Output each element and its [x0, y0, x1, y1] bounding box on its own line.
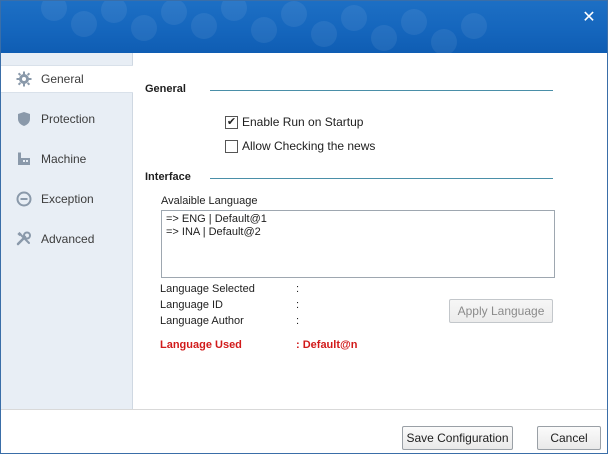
sidebar-item-general[interactable]: General — [1, 65, 133, 93]
checkbox-box — [225, 139, 238, 153]
colon: : — [296, 299, 300, 311]
list-item[interactable]: => INA | Default@2 — [166, 226, 550, 239]
sidebar-item-machine[interactable]: Machine — [1, 145, 132, 173]
gear-icon — [15, 70, 33, 88]
apply-language-button[interactable]: Apply Language — [449, 299, 553, 323]
sidebar-item-label: Protection — [41, 112, 96, 126]
sidebar-item-label: General — [41, 72, 84, 86]
save-configuration-button[interactable]: Save Configuration — [402, 426, 513, 450]
sidebar-item-label: Advanced — [41, 232, 95, 246]
section-divider — [210, 90, 553, 91]
settings-panel: General ✔ Enable Run on Startup Allow Ch… — [134, 53, 607, 409]
checkbox-label: Allow Checking the news — [242, 139, 376, 153]
sidebar: General Protection Machine Exception Adv… — [1, 53, 133, 409]
language-list[interactable]: => ENG | Default@1 => INA | Default@2 — [161, 210, 555, 278]
shield-icon — [15, 110, 33, 128]
machine-icon — [15, 150, 33, 168]
language-id-label: Language ID — [160, 299, 223, 311]
language-used-label: Language Used — [160, 339, 242, 351]
colon: : — [296, 283, 300, 295]
title-bar: ✕ — [1, 1, 607, 53]
list-item[interactable]: => ENG | Default@1 — [166, 213, 550, 226]
sidebar-item-advanced[interactable]: Advanced — [1, 225, 132, 253]
enable-run-on-startup-checkbox[interactable]: ✔ Enable Run on Startup — [225, 115, 363, 129]
language-selected-label: Language Selected — [160, 283, 255, 295]
checkmark-icon: ✔ — [225, 115, 238, 129]
section-title-interface: Interface — [145, 171, 191, 183]
close-icon: ✕ — [582, 9, 596, 26]
settings-window: ✕ General Protection Machine Exception A… — [0, 0, 608, 454]
language-author-label: Language Author — [160, 315, 244, 327]
tools-icon — [15, 230, 33, 248]
language-used-value: : Default@n — [296, 339, 358, 351]
cancel-button[interactable]: Cancel — [537, 426, 601, 450]
minus-circle-icon — [15, 190, 33, 208]
sidebar-item-protection[interactable]: Protection — [1, 105, 132, 133]
close-button[interactable]: ✕ — [581, 10, 597, 26]
section-title-general: General — [145, 83, 186, 95]
available-language-label: Avalaible Language — [161, 195, 258, 207]
sidebar-item-label: Exception — [41, 192, 94, 206]
allow-checking-news-checkbox[interactable]: Allow Checking the news — [225, 139, 375, 153]
sidebar-item-label: Machine — [41, 152, 87, 166]
footer-bar: Save Configuration Cancel — [1, 409, 607, 453]
section-divider — [210, 178, 553, 179]
colon: : — [296, 315, 300, 327]
sidebar-item-exception[interactable]: Exception — [1, 185, 132, 213]
checkbox-label: Enable Run on Startup — [242, 115, 364, 129]
